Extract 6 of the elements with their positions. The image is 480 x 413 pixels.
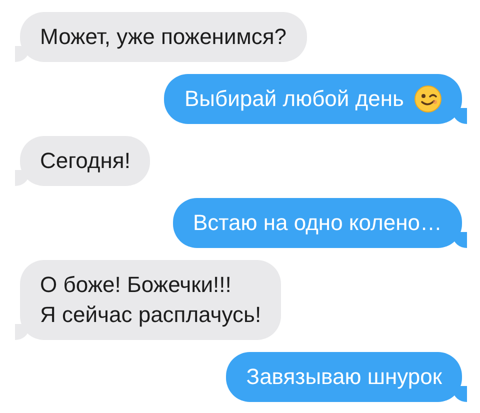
message-text: Завязываю шнурок <box>246 363 442 391</box>
message-text: О боже! Божечки!!! Я сейчас расплачусь! <box>40 271 262 329</box>
message-text: Встаю на одно колено… <box>192 209 442 237</box>
message-text: Сегодня! <box>40 147 130 175</box>
message-text: Может, уже поженимся? <box>40 23 287 51</box>
message-text: Выбирай любой день <box>184 85 404 113</box>
